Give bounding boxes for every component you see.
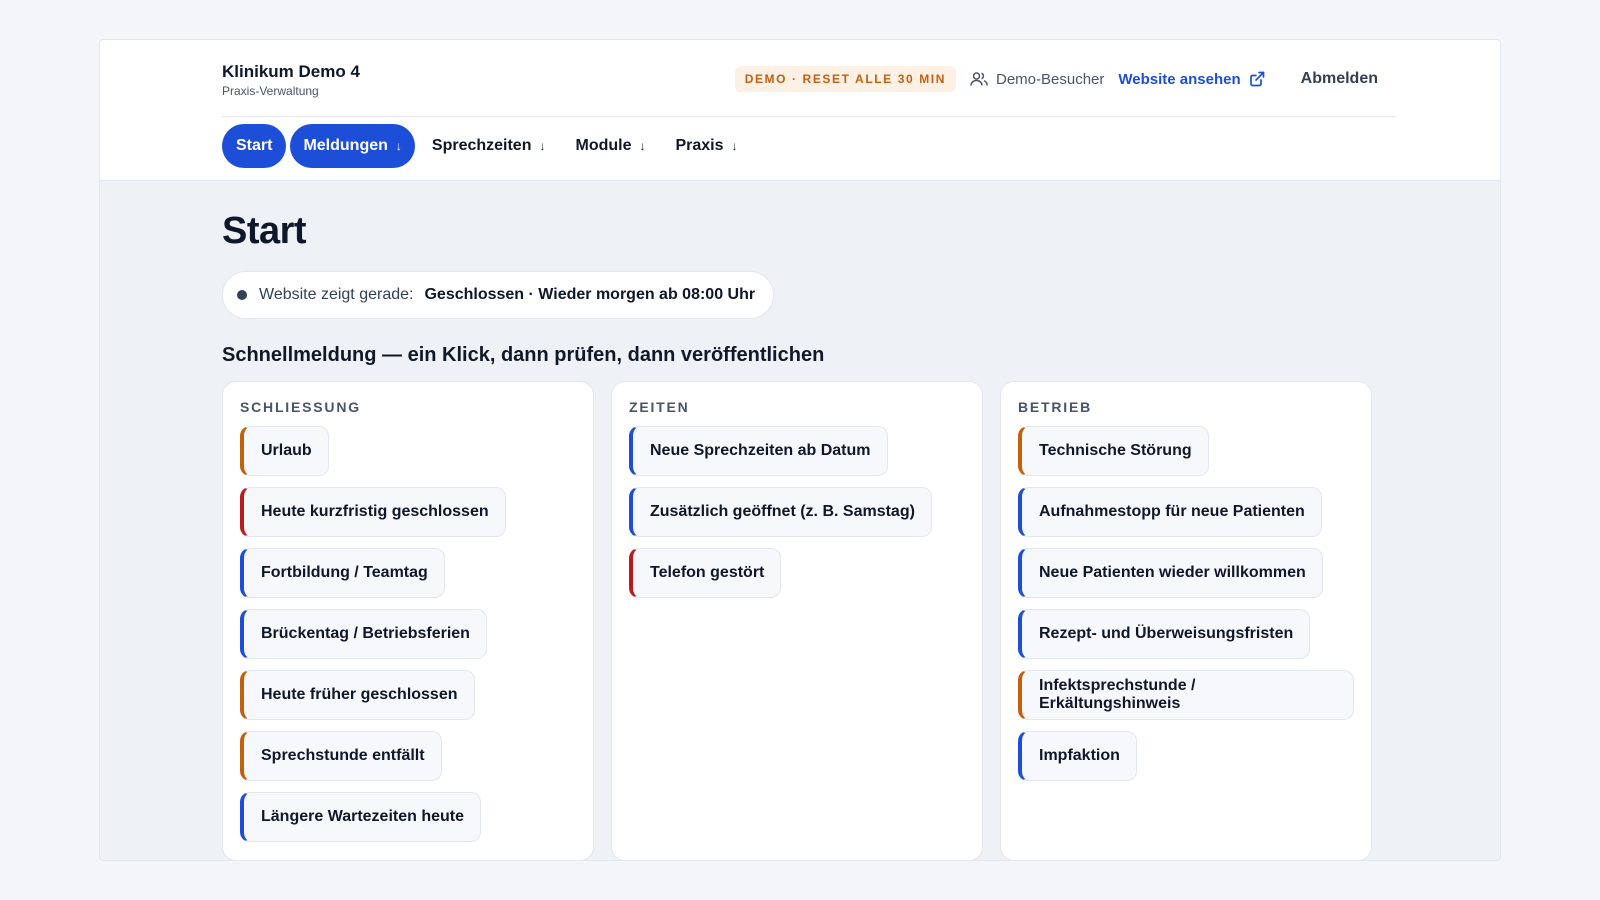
nav-item-start[interactable]: Start — [222, 124, 287, 168]
nav-item-label: Meldungen — [303, 137, 388, 154]
visitor-info: Demo-Besucher — [970, 71, 1104, 88]
column-schliessung: SCHLIESSUNG Urlaub Heute kurzfristig gesch… — [222, 381, 594, 860]
brand: Klinikum Demo 4 Praxis-Verwaltung — [222, 62, 360, 98]
arrow-down-icon: ↓ — [639, 139, 646, 153]
brand-title: Klinikum Demo 4 — [222, 62, 360, 81]
nav-item-label: Praxis — [675, 137, 724, 154]
quick-message-button[interactable]: Längere Wartezeiten heute — [240, 792, 482, 842]
arrow-down-icon: ↓ — [539, 139, 546, 153]
quick-message-button[interactable]: Sprechstunde entfällt — [240, 731, 442, 781]
quick-message-button[interactable]: Telefon gestört — [629, 548, 782, 598]
status-dot — [237, 290, 247, 300]
main-content: Start Website zeigt gerade: Geschlossen … — [222, 181, 1396, 860]
main-nav: Start Meldungen ↓ Sprechzeiten ↓ Module ↓ Praxi… — [222, 124, 755, 168]
status-value: Geschlossen · Wieder morgen ab 08:00 Uhr — [424, 286, 756, 303]
quick-message-button[interactable]: Urlaub — [240, 426, 329, 476]
column-heading: ZEITEN — [629, 399, 690, 415]
nav-item-praxis[interactable]: Praxis ↓ — [662, 124, 750, 168]
quick-message-button[interactable]: Heute früher geschlossen — [240, 670, 475, 720]
nav-item-module[interactable]: Module ↓ — [562, 124, 658, 168]
header: Klinikum Demo 4 Praxis-Verwaltung DEMO ·… — [100, 40, 1500, 181]
visitor-label: Demo-Besucher — [996, 70, 1105, 88]
quick-message-button[interactable]: Rezept- und Überweisungsfristen — [1018, 609, 1311, 659]
arrow-down-icon: ↓ — [395, 139, 402, 153]
external-link-icon — [1249, 71, 1265, 87]
demo-badge: DEMO · RESET ALLE 30 MIN — [734, 66, 956, 92]
quick-message-button[interactable]: Neue Sprechzeiten ab Datum — [629, 426, 888, 476]
quick-message-button[interactable]: Technische Störung — [1018, 426, 1209, 476]
nav-item-meldungen[interactable]: Meldungen ↓ — [290, 124, 415, 168]
website-link[interactable]: Website ansehen — [1118, 70, 1265, 88]
logout-button[interactable]: Abmelden — [1301, 70, 1378, 88]
column-betrieb: BETRIEB Technische Störung Aufnahmestopp f… — [1000, 381, 1372, 860]
header-actions: DEMO · RESET ALLE 30 MIN Demo-Besucher W… — [734, 66, 1378, 92]
quick-message-button[interactable]: Fortbildung / Teamtag — [240, 548, 445, 598]
website-link-label: Website ansehen — [1118, 70, 1241, 88]
quick-message-button[interactable]: Infektsprechstunde / Erkältungshinweis — [1018, 670, 1354, 720]
website-status: Website zeigt gerade: Geschlossen · Wied… — [222, 271, 775, 319]
quick-message-button[interactable]: Heute kurzfristig geschlossen — [240, 487, 506, 537]
quick-message-columns: SCHLIESSUNG Urlaub Heute kurzfristig gesch… — [222, 381, 1396, 860]
section-title: Schnellmeldung — ein Klick, dann prüfen,… — [222, 344, 825, 366]
column-heading: SCHLIESSUNG — [240, 399, 361, 415]
arrow-down-icon: ↓ — [731, 139, 738, 153]
nav-item-label: Start — [236, 137, 273, 154]
column-heading: BETRIEB — [1018, 399, 1093, 415]
page-title: Start — [222, 210, 307, 252]
header-divider — [222, 116, 1396, 117]
quick-message-button[interactable]: Neue Patienten wieder willkommen — [1018, 548, 1323, 598]
quick-message-button[interactable]: Zusätzlich geöffnet (z. B. Samstag) — [629, 487, 932, 537]
nav-item-label: Module — [575, 137, 632, 154]
nav-item-sprechzeiten[interactable]: Sprechzeiten ↓ — [419, 124, 559, 168]
brand-subtitle: Praxis-Verwaltung — [222, 84, 319, 98]
quick-message-button[interactable]: Aufnahmestopp für neue Patienten — [1018, 487, 1322, 537]
status-label: Website zeigt gerade: — [259, 286, 414, 303]
column-zeiten: ZEITEN Neue Sprechzeiten ab Datum Zusätzli… — [611, 381, 983, 860]
quick-message-button[interactable]: Brückentag / Betriebsferien — [240, 609, 487, 659]
quick-message-button[interactable]: Impfaktion — [1018, 731, 1137, 781]
app-window: Klinikum Demo 4 Praxis-Verwaltung DEMO ·… — [99, 39, 1501, 861]
nav-item-label: Sprechzeiten — [431, 137, 532, 154]
users-icon — [970, 72, 988, 86]
